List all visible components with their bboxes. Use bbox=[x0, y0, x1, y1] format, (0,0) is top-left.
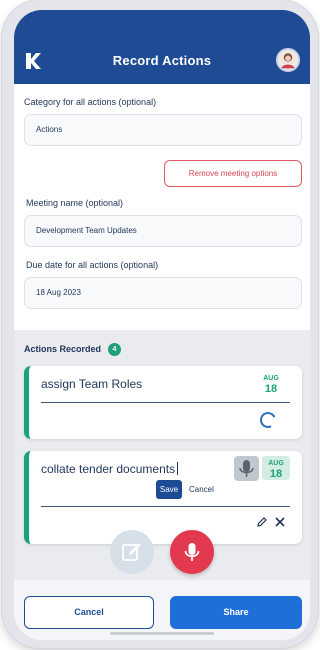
actions-count-badge: 4 bbox=[108, 343, 121, 356]
action-options-form: Category for all actions (optional) Acti… bbox=[14, 84, 310, 330]
pencil-icon[interactable] bbox=[256, 516, 268, 528]
actions-recorded-title: Actions Recorded bbox=[24, 344, 102, 354]
category-label: Category for all actions (optional) bbox=[24, 97, 157, 107]
microphone-icon[interactable] bbox=[234, 456, 259, 481]
meeting-name-label: Meeting name (optional) bbox=[26, 198, 124, 208]
app-screen: Record Actions Category for all actions … bbox=[14, 10, 310, 640]
user-avatar-icon[interactable] bbox=[276, 48, 300, 72]
action-text-input[interactable]: collate tender documents bbox=[41, 462, 179, 476]
action-card-editing[interactable]: collate tender documents AUG 18 Save Can… bbox=[24, 451, 302, 544]
edit-note-icon bbox=[122, 543, 141, 561]
phone-frame: Record Actions Category for all actions … bbox=[2, 0, 318, 648]
mic-glyph bbox=[239, 460, 254, 477]
action-card[interactable]: assign Team Roles AUG 18 bbox=[24, 366, 302, 439]
cancel-button[interactable]: Cancel bbox=[24, 596, 154, 629]
share-button[interactable]: Share bbox=[170, 596, 302, 629]
remove-meeting-options-button[interactable]: Remove meeting options bbox=[164, 160, 302, 187]
close-icon[interactable] bbox=[274, 516, 286, 528]
record-voice-button[interactable] bbox=[170, 530, 214, 574]
edit-note-button[interactable] bbox=[110, 530, 154, 574]
microphone-icon bbox=[184, 543, 200, 561]
save-button[interactable]: Save bbox=[156, 480, 182, 499]
cancel-edit-button[interactable]: Cancel bbox=[189, 485, 214, 494]
due-date-label: Due date for all actions (optional) bbox=[26, 260, 159, 270]
due-date-field[interactable]: 18 Aug 2023 bbox=[24, 277, 302, 309]
app-header: Record Actions bbox=[14, 10, 310, 84]
due-day: 18 bbox=[269, 468, 283, 480]
action-text-value: collate tender documents bbox=[41, 462, 176, 476]
due-month: AUG bbox=[263, 375, 279, 382]
action-due-date[interactable]: AUG 18 bbox=[262, 456, 290, 480]
meeting-name-field[interactable]: Development Team Updates bbox=[24, 215, 302, 247]
loading-spinner-icon bbox=[257, 409, 279, 431]
due-day: 18 bbox=[264, 383, 278, 395]
action-text[interactable]: assign Team Roles bbox=[41, 377, 142, 391]
avatar-image bbox=[278, 50, 298, 70]
footer-bar: Cancel Share bbox=[14, 580, 310, 640]
action-due-date[interactable]: AUG 18 bbox=[257, 374, 285, 395]
card-divider bbox=[41, 402, 290, 403]
page-title: Record Actions bbox=[112, 53, 212, 68]
card-divider bbox=[41, 506, 290, 507]
home-indicator bbox=[110, 632, 214, 635]
text-cursor bbox=[177, 462, 179, 475]
due-month: AUG bbox=[268, 460, 284, 467]
category-field[interactable]: Actions bbox=[24, 114, 302, 146]
